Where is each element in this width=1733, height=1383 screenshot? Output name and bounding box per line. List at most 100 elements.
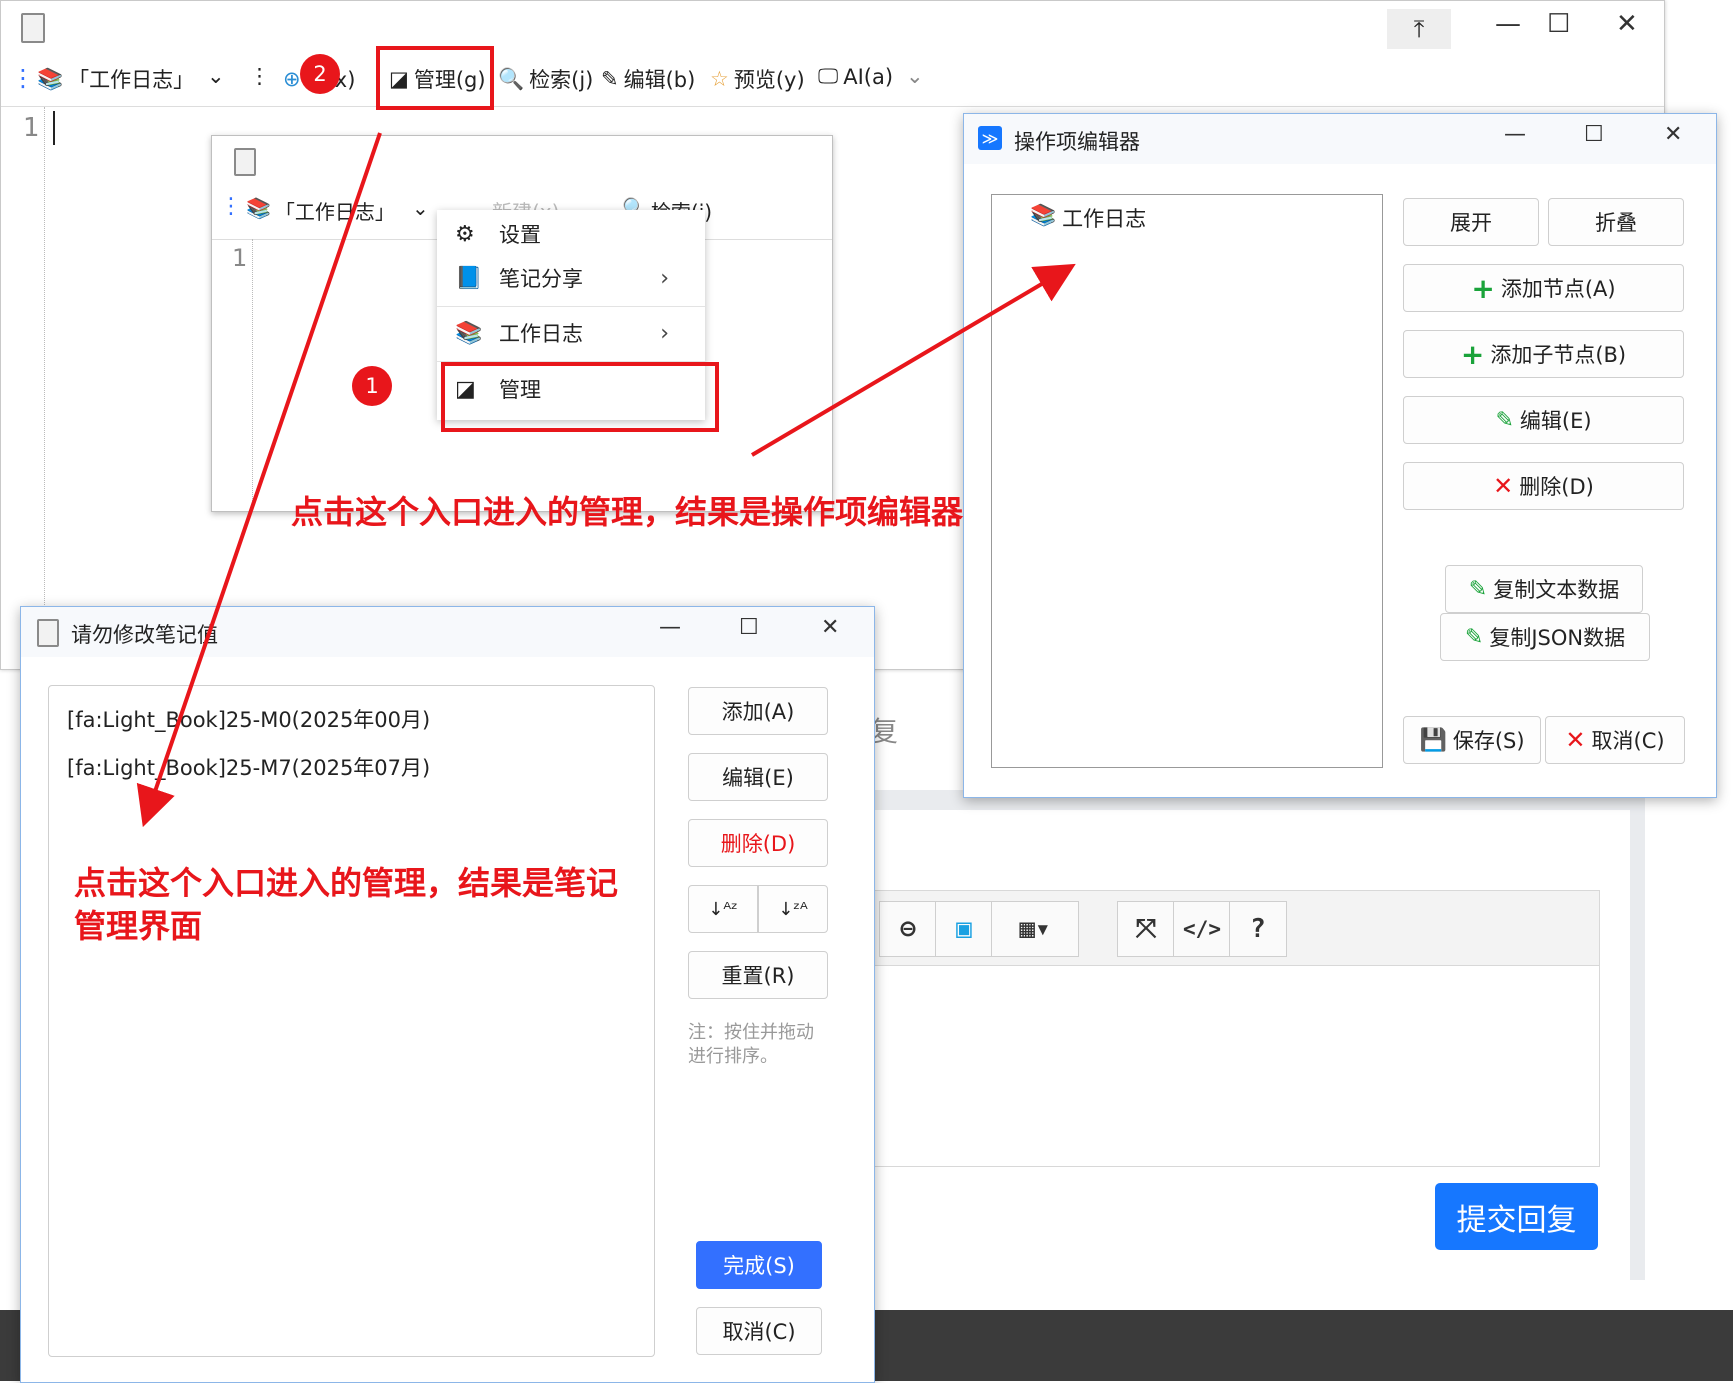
close-icon[interactable]: ✕ — [821, 615, 839, 640]
minimize-icon[interactable]: — — [1495, 9, 1521, 39]
menu-item-note-share[interactable]: 📘 笔记分享 › — [437, 256, 705, 300]
notebook-app-icon — [37, 619, 59, 647]
dialog-title: 请勿修改笔记值 — [71, 623, 218, 647]
dialog-title: 操作项编辑器 — [1014, 130, 1140, 154]
notebook-selector[interactable]: 📚 「工作日志」 — [37, 64, 194, 94]
edit-button[interactable]: 编辑(E) — [688, 753, 828, 801]
search-icon: 🔍 — [498, 66, 525, 91]
edit-node-button[interactable]: ✎ 编辑(E) — [1403, 396, 1684, 444]
text-caret — [53, 111, 55, 145]
note-list[interactable]: [fa:Light_Book]25-M0(2025年00月) [fa:Light… — [48, 685, 655, 1357]
line-gutter — [1, 107, 45, 669]
menu-item-work-log[interactable]: 📚 工作日志 › — [437, 311, 705, 355]
expand-button[interactable]: 展开 — [1403, 198, 1539, 246]
books-icon: 📚 — [455, 320, 483, 346]
menu-item-settings[interactable]: ⚙ 设置 — [437, 212, 705, 256]
annotation-bottom-line2: 管理界面 — [74, 907, 203, 945]
submit-reply-button[interactable]: 提交回复 — [1435, 1183, 1598, 1250]
close-icon[interactable]: ✕ — [1616, 9, 1638, 39]
save-button[interactable]: 💾 保存(S) — [1403, 716, 1541, 764]
cancel-x-icon: ✕ — [1565, 726, 1586, 754]
highlight-manage-menu-item — [441, 362, 719, 432]
plus-icon: + — [1460, 337, 1485, 371]
preview-button[interactable]: ☆ 预览(y) — [710, 64, 805, 94]
plus-icon: + — [1471, 271, 1495, 305]
app-logo-icon: ≫ — [978, 126, 1002, 150]
add-node-button[interactable]: + 添加节点(A) — [1403, 264, 1684, 312]
delete-x-icon: ✕ — [1493, 472, 1514, 500]
sort-descending-icon[interactable]: ↓ᶻᴬ — [758, 885, 828, 933]
chevron-right-icon: › — [660, 320, 669, 346]
copy-json-data-button[interactable]: ✎ 复制JSON数据 — [1440, 613, 1650, 661]
inset-notebook-selector: 📚 「工作日志」 — [246, 196, 395, 224]
star-icon: ☆ — [710, 67, 729, 91]
delete-node-button[interactable]: ✕ 删除(D) — [1403, 462, 1684, 510]
add-circle-icon: ⊕ — [283, 67, 301, 91]
highlight-manage-toolbar — [376, 46, 494, 110]
line-gutter — [252, 239, 254, 509]
monitor-icon: 🖵 — [818, 64, 839, 88]
table-icon[interactable]: ▦▾ — [991, 901, 1079, 957]
reply-toolbar: ⊖ ▣ ▦▾ ⤧ </> ? — [870, 890, 1600, 967]
operation-item-editor-dialog: ≫ 操作项编辑器 — ☐ ✕ 📚 工作日志 展开 折叠 + 添加节点(A) + … — [963, 113, 1717, 798]
collapse-button[interactable]: 折叠 — [1548, 198, 1684, 246]
main-toolbar: ⋮ 📚 「工作日志」 ⌄ ⋮ ⊕ 建(x) ◪ 管理(g) 🔍 检索(j) ✎ … — [1, 56, 1664, 107]
overflow-chevron-icon[interactable]: ⌄ — [906, 64, 924, 88]
annotation-top: 点击这个入口进入的管理，结果是操作项编辑器 — [291, 493, 964, 531]
chevron-down-icon: ⌄ — [412, 196, 429, 220]
more-icon[interactable]: ⋮ — [249, 64, 270, 88]
line-number: 1 — [232, 244, 248, 272]
sort-ascending-icon[interactable]: ↓ᴬᶻ — [688, 885, 758, 933]
tree-node-work-log[interactable]: 📚 工作日志 — [1030, 203, 1146, 233]
maximize-icon[interactable]: ☐ — [1584, 122, 1604, 147]
menu-divider — [437, 306, 705, 307]
bilibili-icon[interactable]: ▣ — [935, 901, 993, 957]
chevron-down-icon[interactable]: ⌄ — [207, 64, 225, 88]
list-item[interactable]: [fa:Light_Book]25-M7(2025年07月) — [67, 752, 430, 782]
edit-icon: ✎ — [1495, 407, 1514, 433]
add-child-node-button[interactable]: + 添加子节点(B) — [1403, 330, 1684, 378]
maximize-icon[interactable]: ☐ — [1547, 9, 1570, 39]
books-icon: 📚 — [1030, 203, 1057, 227]
minimize-icon[interactable]: — — [659, 615, 681, 640]
chevron-right-icon: › — [660, 265, 669, 291]
dialog-titlebar: ≫ 操作项编辑器 — ☐ ✕ — [964, 114, 1716, 164]
notebook-icon: 📘 — [455, 265, 483, 291]
ai-button[interactable]: 🖵 AI(a) — [818, 64, 893, 89]
add-button[interactable]: 添加(A) — [688, 687, 828, 735]
code-icon[interactable]: </> — [1173, 901, 1231, 957]
step-badge-1: 1 — [352, 366, 392, 406]
edit-icon: ✎ — [1468, 576, 1488, 602]
reply-textarea[interactable] — [870, 965, 1600, 1167]
sort-hint-text: 注：按住并拖动进行排序。 — [688, 1022, 814, 1067]
line-number: 1 — [23, 113, 40, 143]
books-icon: 📚 — [37, 66, 64, 91]
operation-tree[interactable]: 📚 工作日志 — [991, 194, 1383, 768]
list-item[interactable]: [fa:Light_Book]25-M0(2025年00月) — [67, 704, 430, 734]
edit-button[interactable]: ✎ 编辑(b) — [601, 64, 695, 94]
books-icon: 📚 — [246, 196, 271, 220]
search-button[interactable]: 🔍 检索(j) — [498, 64, 593, 94]
cancel-button[interactable]: 取消(C) — [696, 1307, 822, 1355]
reset-button[interactable]: 重置(R) — [688, 951, 828, 999]
step-badge-2: 2 — [300, 54, 340, 94]
notebook-app-icon — [21, 13, 45, 43]
done-button[interactable]: 完成(S) — [696, 1241, 822, 1289]
dialog-titlebar: 请勿修改笔记值 — ☐ ✕ — [21, 607, 874, 657]
gear-icon: ⚙ — [455, 221, 475, 247]
link-icon[interactable]: ⊖ — [879, 901, 937, 957]
edit-icon: ✎ — [1464, 624, 1484, 650]
drag-handle-icon[interactable]: ⋮ — [11, 64, 35, 92]
close-icon[interactable]: ✕ — [1664, 122, 1682, 147]
notebook-app-icon — [234, 148, 256, 176]
delete-button[interactable]: 删除(D) — [688, 819, 828, 867]
note-management-dialog: 请勿修改笔记值 — ☐ ✕ [fa:Light_Book]25-M0(2025年… — [20, 606, 875, 1383]
cancel-button[interactable]: ✕ 取消(C) — [1545, 716, 1685, 764]
edit-icon: ✎ — [601, 67, 619, 91]
copy-text-data-button[interactable]: ✎ 复制文本数据 — [1445, 565, 1643, 613]
pin-top-icon[interactable]: ⤒ — [1387, 9, 1451, 49]
maximize-icon[interactable]: ☐ — [739, 615, 759, 640]
minimize-icon[interactable]: — — [1504, 122, 1526, 147]
help-icon[interactable]: ? — [1229, 901, 1287, 957]
fullscreen-icon[interactable]: ⤧ — [1117, 901, 1175, 957]
